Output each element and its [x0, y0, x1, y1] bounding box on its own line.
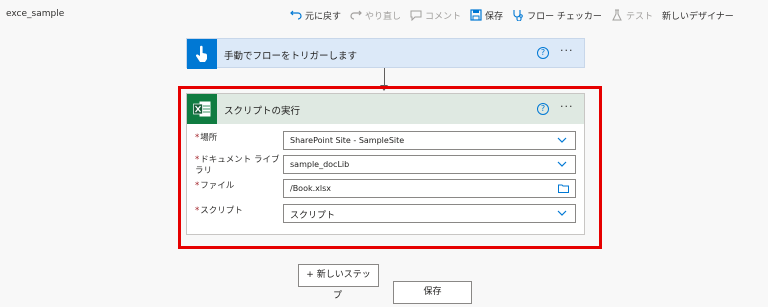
save-toolbar-label: 保存 — [485, 11, 504, 22]
top-bar: exce_sample 元に戻す やり直し コメント 保存 フロー チェッカー … — [0, 0, 768, 30]
redo-label: やり直し — [365, 11, 402, 22]
flow-checker-label: フロー チェッカー — [527, 11, 602, 22]
test-button[interactable]: テスト — [611, 9, 653, 22]
comment-label: コメント — [425, 11, 462, 22]
undo-label: 元に戻す — [305, 11, 342, 22]
new-step-button[interactable]: + 新しいステッ — [298, 264, 379, 287]
new-designer-toggle[interactable]: 新しいデザイナー — [662, 9, 734, 22]
save-button[interactable]: 保存 — [393, 281, 472, 304]
new-step-label-wrap: プ — [333, 291, 343, 301]
save-icon — [470, 9, 482, 21]
help-icon[interactable]: ? — [537, 47, 549, 59]
toolbar: 元に戻す やり直し コメント 保存 フロー チェッカー テスト 新しいデザイナー — [290, 6, 743, 24]
save-toolbar-button[interactable]: 保存 — [470, 9, 503, 22]
undo-button[interactable]: 元に戻す — [290, 9, 341, 22]
trigger-title: 手動でフローをトリガーします — [224, 51, 358, 62]
flask-icon — [612, 9, 622, 21]
undo-icon — [290, 10, 302, 20]
stethoscope-icon — [513, 10, 523, 21]
touch-hand-icon — [195, 45, 207, 62]
more-icon[interactable]: ··· — [560, 44, 574, 57]
trigger-icon-tile — [187, 39, 217, 69]
trigger-card[interactable]: 手動でフローをトリガーします ? ··· — [186, 38, 585, 69]
comment-button[interactable]: コメント — [410, 9, 461, 22]
red-highlight-box — [178, 86, 602, 249]
redo-button[interactable]: やり直し — [350, 9, 401, 22]
flow-checker-button[interactable]: フロー チェッカー — [512, 9, 602, 22]
redo-icon — [350, 10, 362, 20]
app-title: exce_sample — [6, 9, 65, 19]
test-label: テスト — [625, 11, 653, 22]
new-designer-label: 新しいデザイナー — [661, 11, 734, 22]
comment-icon — [410, 10, 422, 21]
